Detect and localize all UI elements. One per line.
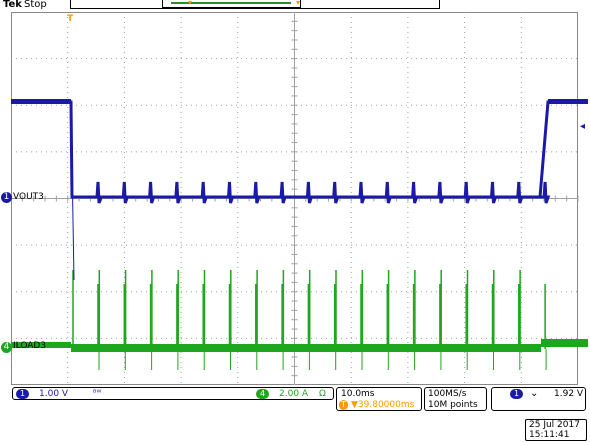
ch1-waveform — [11, 99, 588, 281]
acquisition-readout-box[interactable]: 100MS/s 10M points — [424, 387, 487, 411]
ch1-badge: 1 — [16, 389, 30, 399]
sample-rate: 100MS/s — [428, 389, 467, 399]
ch1-high-band — [11, 99, 71, 104]
timebase-readout-box[interactable]: 10.0ms T ▼39.80000ms — [336, 387, 422, 411]
ch4-name-label: ILOAD3 — [13, 341, 47, 351]
ch4-badge: 4 — [256, 389, 270, 399]
ch1-scale: 1.00 V — [39, 389, 69, 399]
ch4-waveform — [11, 270, 588, 370]
brand-label: Tek — [3, 0, 22, 10]
ch1-ground-marker[interactable]: 1 — [1, 192, 12, 203]
ch1-name-label: VOUT3 — [13, 192, 44, 202]
trigger-pos-prefix: T — [339, 400, 348, 410]
trigger-readout-box[interactable]: 1 ⌄ 1.92 V — [491, 387, 586, 411]
ch1-high-band — [548, 99, 588, 104]
status-bar: 1 1.00 V ᴮᵂ 4 2.00 A Ω 10.0ms T ▼39.8000… — [0, 385, 590, 442]
trigger-level-arrow-icon[interactable]: ◂ — [580, 121, 585, 132]
top-status-bar: Tek Stop ▾ ▾ — [0, 0, 590, 12]
record-view-window[interactable] — [162, 0, 301, 8]
trigger-point-icon: ▾ — [188, 0, 193, 7]
run-state-label: Stop — [24, 0, 47, 10]
trigger-position-value: ▼39.80000ms — [351, 400, 415, 410]
waveform-display[interactable] — [0, 12, 590, 385]
record-length: 10M points — [428, 400, 478, 410]
ch4-low-band — [541, 339, 588, 347]
trigger-position-marker[interactable]: T — [67, 14, 73, 24]
ch1-trace — [11, 100, 588, 204]
horizontal-scale: 10.0ms — [341, 389, 375, 399]
record-center-icon: ▾ — [296, 0, 301, 7]
time-label: 15:11:41 — [529, 430, 570, 440]
ch4-scale: 2.00 A — [279, 389, 309, 399]
date-label: 25 Jul 2017 — [529, 420, 580, 430]
trigger-source-badge: 1 — [510, 389, 524, 399]
ch4-ground-marker[interactable]: 4 — [1, 342, 12, 353]
channel-readout-box[interactable]: 1 1.00 V ᴮᵂ 4 2.00 A Ω — [12, 387, 334, 400]
ch4-active-band — [71, 344, 541, 352]
trigger-level: 1.92 V — [554, 389, 584, 399]
datetime-box: 25 Jul 2017 15:11:41 — [525, 419, 587, 441]
bw-limit-icon: ᴮᵂ — [93, 388, 102, 397]
falling-edge-icon: ⌄ — [530, 388, 539, 399]
ch4-unit-symbol: Ω — [319, 389, 326, 399]
